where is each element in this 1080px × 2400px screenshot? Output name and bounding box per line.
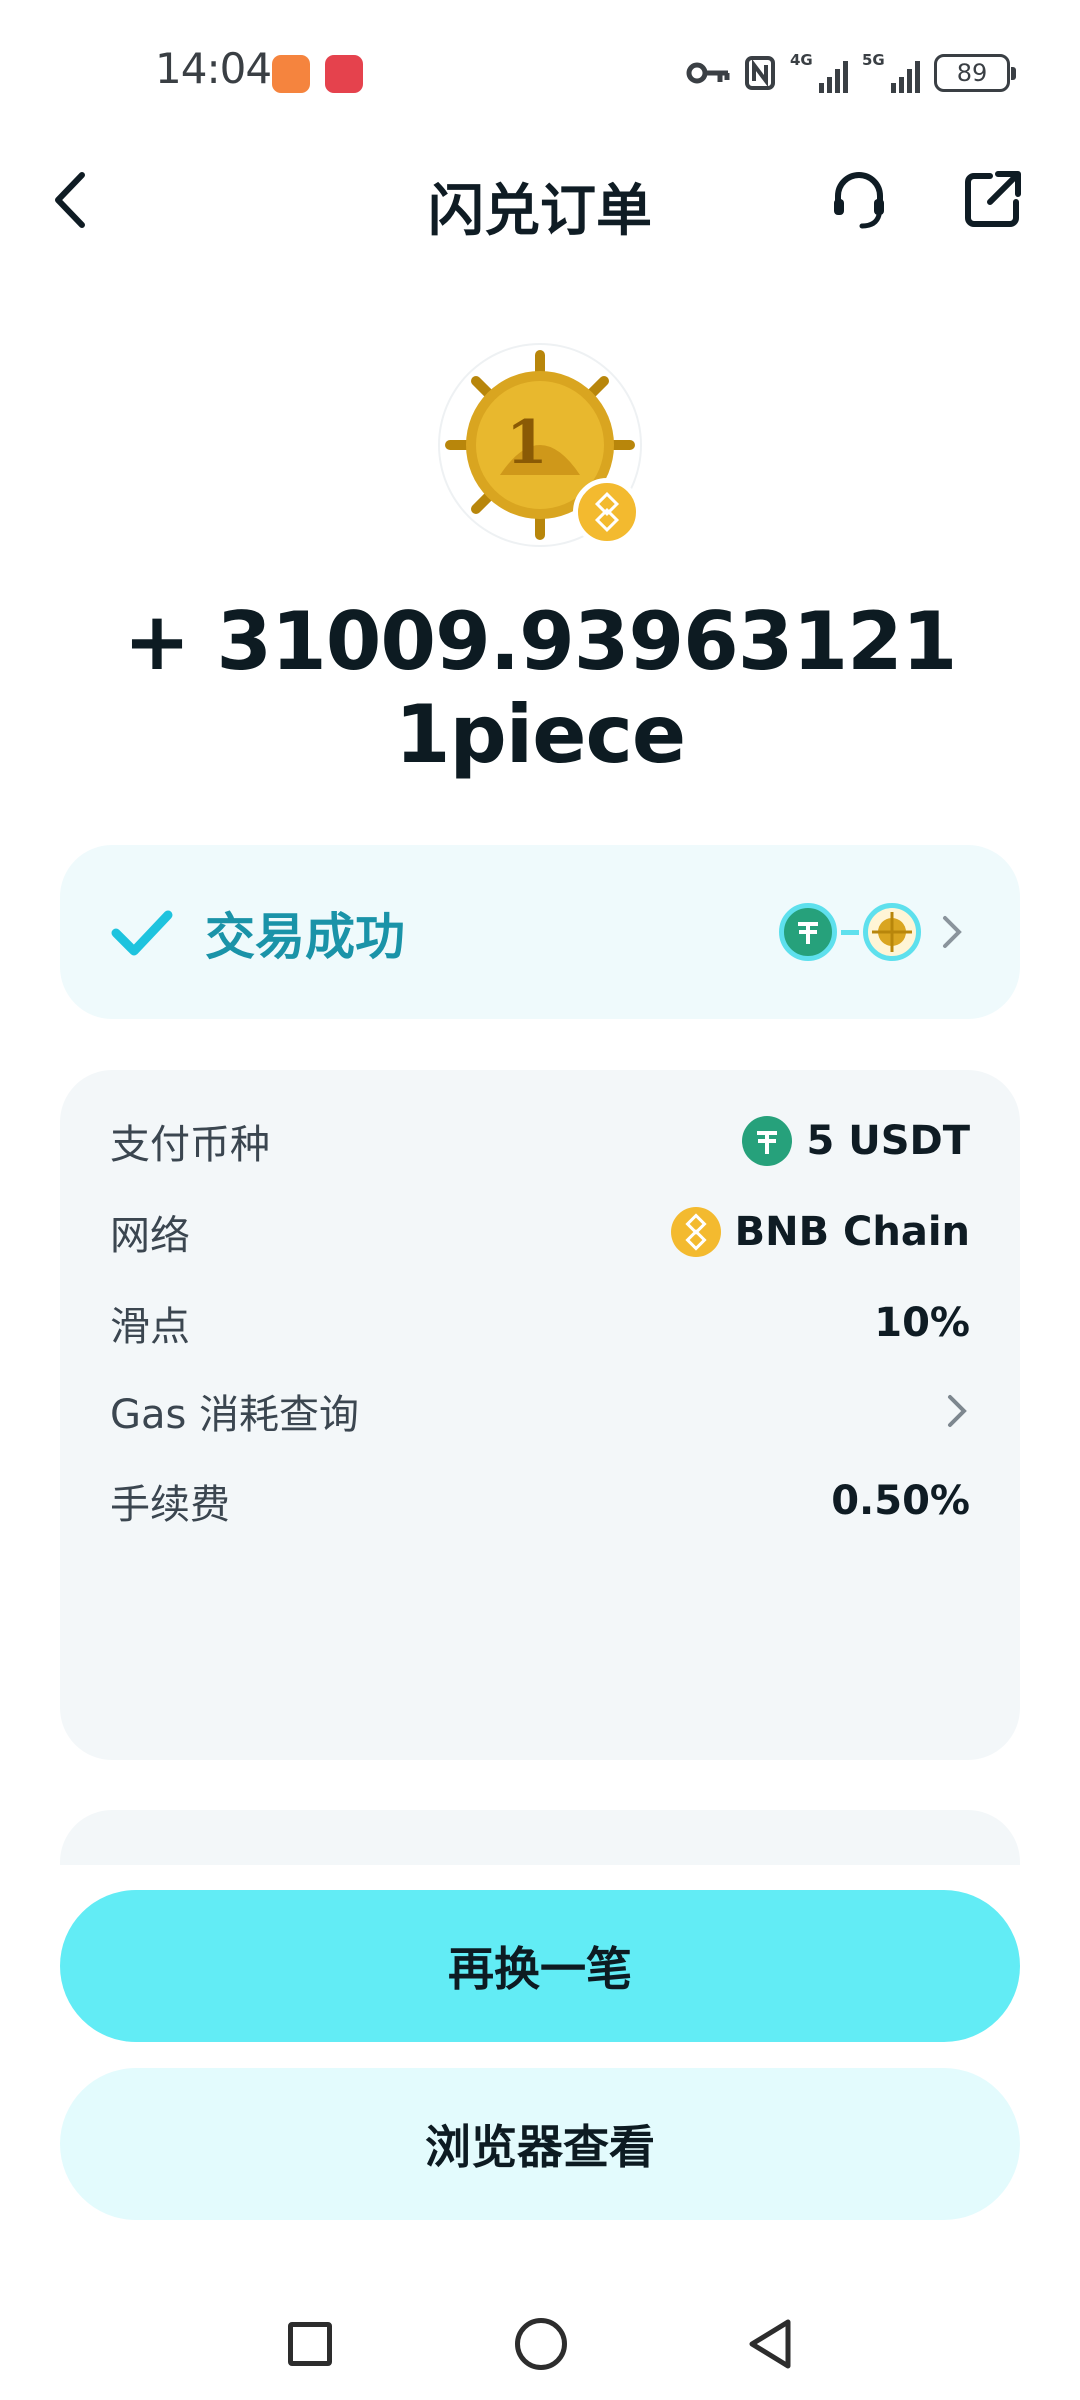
detail-row-pay-token: 支付币种 5 USDT <box>110 1106 970 1176</box>
route-connector <box>841 929 859 935</box>
network-label: 4G <box>790 51 813 69</box>
usdt-icon <box>742 1116 793 1166</box>
detail-value: BNB Chain <box>670 1207 970 1257</box>
signal-5g-icon: 5G <box>862 51 920 93</box>
huawei-app-icon <box>325 55 363 93</box>
bnb-badge-icon <box>573 478 641 546</box>
order-details-card: 支付币种 5 USDT 网络 BNB Chain 滑点 10% Gas 消耗查询… <box>60 1070 1020 1760</box>
detail-row-fee: 手续费 0.50% <box>110 1466 970 1536</box>
slippage-value: 10% <box>874 1300 970 1346</box>
recent-apps-icon[interactable] <box>288 2322 332 2366</box>
detail-row-gas-query[interactable]: Gas 消耗查询 <box>110 1376 970 1446</box>
transaction-status-card[interactable]: 交易成功 <box>60 845 1020 1019</box>
status-bar: 14:04 4G 5G 89 <box>0 0 1080 140</box>
svg-text:1: 1 <box>506 408 548 478</box>
chevron-right-icon <box>943 916 962 948</box>
network-label: 5G <box>862 51 885 69</box>
received-amount: + 31009.93963121 1piece <box>123 595 958 781</box>
signal-4g-icon: 4G <box>790 51 848 93</box>
header: 闪兑订单 <box>0 140 1080 260</box>
detail-row-network: 网络 BNB Chain <box>110 1197 970 1267</box>
status-text: 交易成功 <box>205 908 405 966</box>
fee-value: 0.50% <box>831 1478 970 1524</box>
detail-label: 滑点 <box>110 1304 190 1350</box>
page-title: 闪兑订单 <box>428 179 652 244</box>
chevron-right-icon <box>948 1395 967 1427</box>
detail-label: 支付币种 <box>110 1122 270 1168</box>
usdt-icon <box>779 903 837 961</box>
system-nav-bar <box>0 2300 1080 2400</box>
battery-icon: 89 <box>934 54 1016 92</box>
pay-amount: 5 USDT <box>806 1118 970 1164</box>
headset-support-icon[interactable] <box>826 166 892 232</box>
detail-label: Gas 消耗查询 <box>110 1392 360 1438</box>
detail-label: 手续费 <box>110 1482 230 1528</box>
detail-label: 网络 <box>110 1213 190 1259</box>
key-icon <box>686 62 730 84</box>
view-in-browser-button[interactable]: 浏览器查看 <box>60 2068 1020 2220</box>
onepiece-coin-icon <box>863 903 921 961</box>
check-icon <box>111 910 173 956</box>
share-external-icon[interactable] <box>960 166 1026 232</box>
detail-value: 5 USDT <box>742 1116 970 1166</box>
network-name: BNB Chain <box>734 1209 970 1255</box>
status-time: 14:04 <box>155 44 272 93</box>
status-icons: 4G 5G 89 <box>686 50 1016 96</box>
nav-back-icon[interactable] <box>744 2316 796 2372</box>
health-app-icon <box>272 55 310 93</box>
detail-row-slippage: 滑点 10% <box>110 1288 970 1358</box>
battery-level: 89 <box>956 59 988 87</box>
swap-again-button[interactable]: 再换一笔 <box>60 1890 1020 2042</box>
home-icon[interactable] <box>515 2318 567 2370</box>
nfc-icon <box>745 56 775 90</box>
bnb-icon <box>670 1207 721 1257</box>
swap-route[interactable] <box>779 903 965 961</box>
